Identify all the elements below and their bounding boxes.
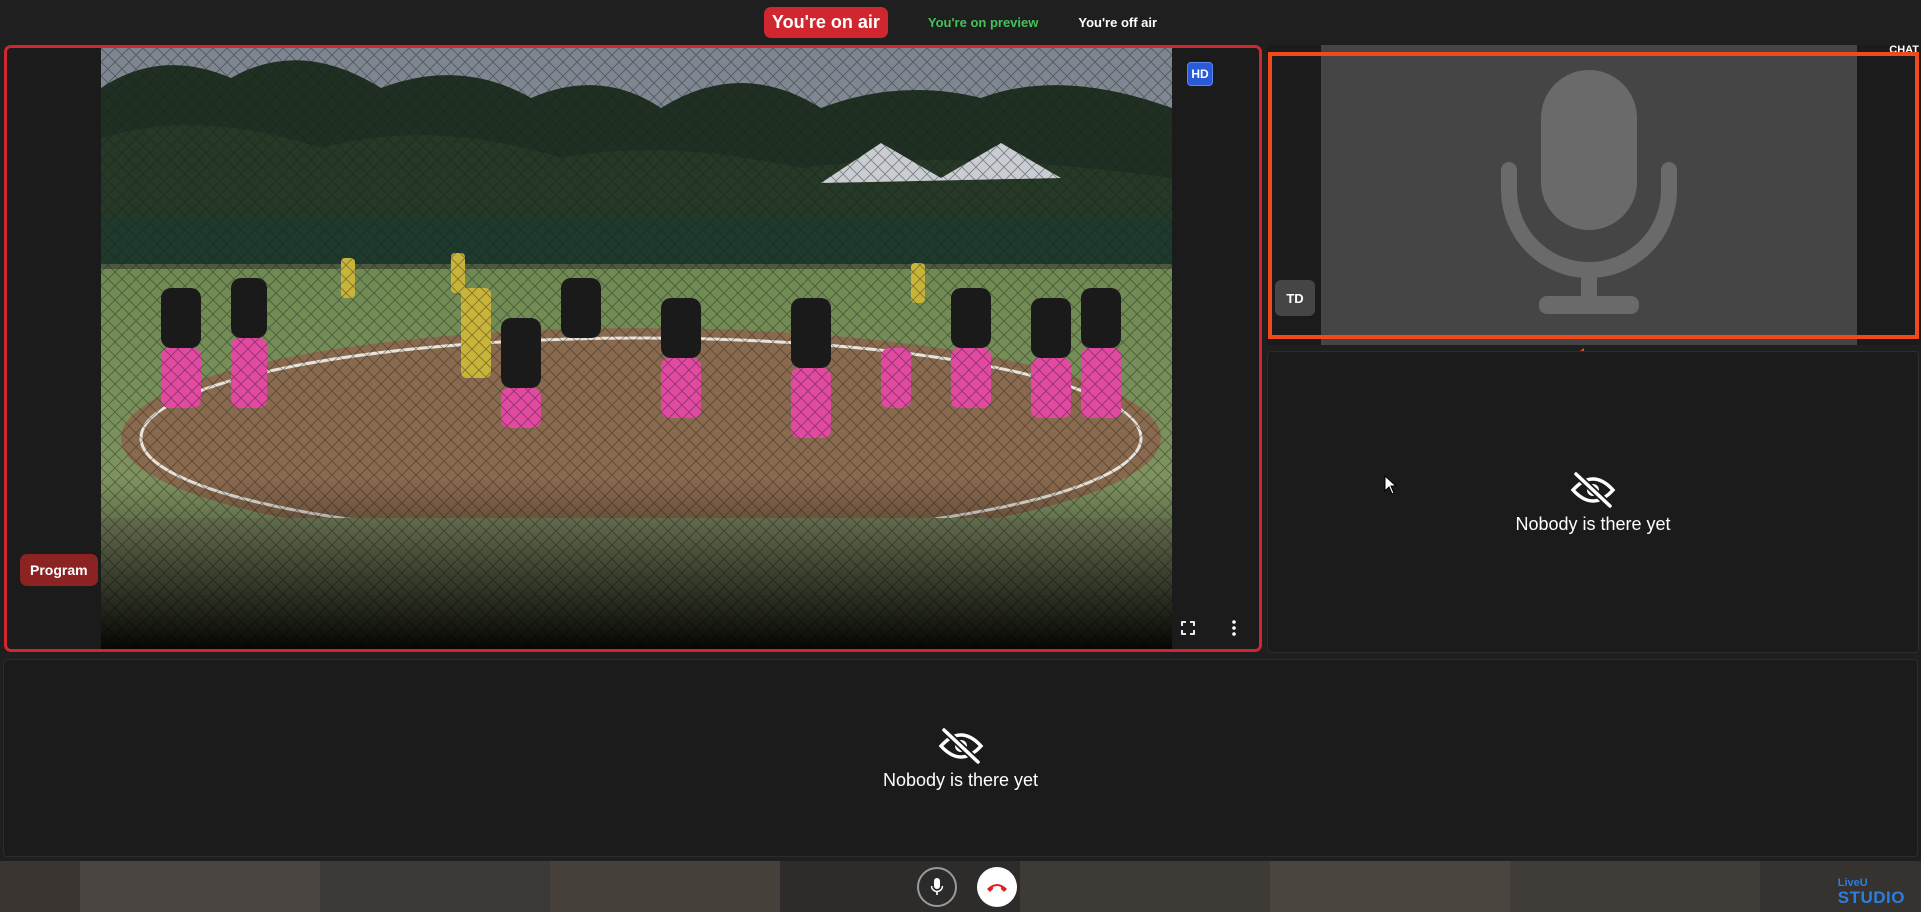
off-air-status: You're off air — [1078, 14, 1158, 30]
hang-up-button[interactable] — [976, 867, 1017, 907]
microphone-icon — [930, 878, 943, 895]
studio-page: You're on air You're on preview You're o… — [0, 0, 1921, 912]
call-controls — [6, 867, 1921, 907]
hang-up-icon — [986, 884, 1007, 892]
broadcast-status-bar: You're on air You're on preview You're o… — [0, 0, 1921, 44]
baseball-field-video-frame — [101, 48, 1172, 649]
empty-participant-tile: Nobody is there yet — [1267, 351, 1919, 653]
eye-slash-icon — [1570, 470, 1616, 509]
microphone-button[interactable] — [916, 867, 957, 907]
liveu-studio-logo: LiveU STUDIO — [1837, 878, 1905, 907]
on-air-status-badge: You're on air — [763, 6, 888, 38]
program-label: Program — [20, 554, 98, 586]
logo-brand-main: STUDIO — [1837, 888, 1905, 907]
empty-tile-text: Nobody is there yet — [1515, 513, 1671, 534]
on-preview-status: You're on preview — [927, 14, 1039, 30]
eye-slash-icon — [938, 726, 983, 765]
program-video-tile[interactable]: HD Program — [4, 45, 1262, 652]
program-video-feed — [101, 48, 1172, 649]
empty-participant-tile-bottom: Nobody is there yet — [3, 659, 1918, 857]
fullscreen-icon[interactable] — [1177, 617, 1199, 639]
hd-quality-badge: HD — [1187, 62, 1213, 86]
more-vertical-icon[interactable] — [1223, 617, 1245, 639]
empty-tile-text: Nobody is there yet — [882, 769, 1039, 790]
mouse-cursor-icon — [1384, 475, 1398, 495]
highlight-box — [1268, 52, 1919, 339]
